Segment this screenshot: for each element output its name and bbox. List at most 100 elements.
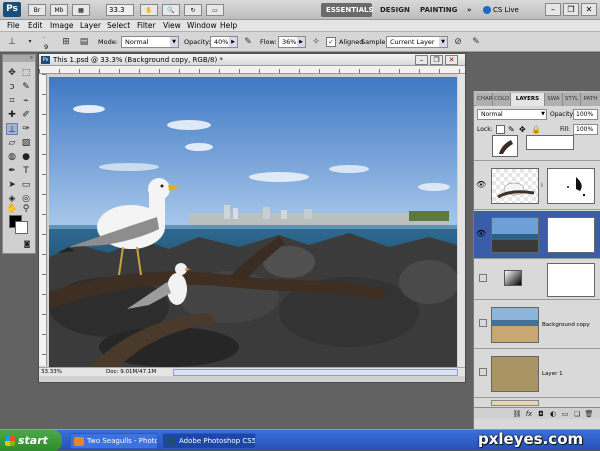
layer-row[interactable]: 👁 ⁞ (474, 162, 600, 210)
tab-color[interactable]: COLO (493, 93, 511, 106)
visibility-toggle-empty[interactable] (479, 274, 487, 282)
airbrush-icon[interactable]: ✧ (310, 36, 322, 48)
taskbar-item-firefox[interactable]: Two Seagulls - Photo... (70, 433, 158, 449)
tools-panel-header[interactable]: » (3, 55, 35, 62)
quick-mask-icon[interactable]: ◙ (21, 239, 33, 249)
workspace-design-button[interactable]: DESIGN (375, 3, 415, 17)
menu-select[interactable]: Select (103, 20, 134, 32)
eye-icon[interactable]: 👁 (476, 229, 486, 239)
taskbar-item-photoshop[interactable]: Adobe Photoshop CS5 (162, 433, 256, 449)
menu-image[interactable]: Image (46, 20, 78, 32)
lock-transparency-icon[interactable] (496, 125, 505, 134)
pen-pressure-size-icon[interactable]: ✎ (470, 36, 482, 48)
tab-character[interactable]: CHAR (476, 93, 493, 106)
menu-help[interactable]: Help (216, 20, 241, 32)
blend-mode-select[interactable]: Normal ▼ (477, 109, 547, 120)
layer-fill-input[interactable]: 100% (573, 124, 598, 135)
zoom-tool-icon[interactable]: ⚲ (20, 203, 32, 215)
lock-position-icon[interactable]: ✥ (519, 124, 526, 135)
horizontal-scrollbar[interactable] (173, 369, 458, 376)
document-minimize-button[interactable]: – (415, 55, 428, 65)
crop-tool-icon[interactable]: ⌗ (6, 95, 18, 107)
sample-select[interactable]: Current Layer ▼ (386, 36, 448, 48)
document-title-bar[interactable]: Ps This 1.psd @ 33.3% (Background copy, … (39, 54, 465, 66)
dodge-tool-icon[interactable]: ● (20, 151, 32, 163)
workspace-essentials-button[interactable]: ESSENTIALS (321, 3, 374, 17)
blur-tool-icon[interactable]: ◍ (6, 151, 18, 163)
toggle-clone-source-panel-icon[interactable]: ▤ (78, 36, 90, 48)
move-tool-icon[interactable]: ✥ (6, 67, 18, 79)
layer-opacity-input[interactable]: 100% (573, 109, 598, 120)
background-color-swatch[interactable] (15, 221, 28, 234)
eye-icon[interactable]: 👁 (476, 180, 486, 190)
status-zoom-field[interactable]: 33.33% (41, 368, 67, 377)
new-layer-icon[interactable]: ❏ (572, 409, 582, 419)
link-icon[interactable]: ⁞ (541, 182, 545, 190)
layer-row-selected[interactable]: 👁 (474, 211, 600, 259)
document-close-button[interactable]: ✕ (445, 55, 458, 65)
rotate-view-icon[interactable]: ↻ (184, 4, 202, 16)
horizontal-ruler[interactable] (39, 66, 465, 74)
minimize-button[interactable]: – (545, 3, 561, 16)
bridge-icon[interactable]: Br (28, 4, 46, 16)
visibility-toggle-empty[interactable] (479, 319, 487, 327)
menu-filter[interactable]: Filter (133, 20, 160, 32)
tab-swatches[interactable]: SWA (545, 93, 563, 106)
layer-name[interactable]: Background copy (542, 321, 590, 329)
menu-layer[interactable]: Layer (76, 20, 105, 32)
menu-edit[interactable]: Edit (24, 20, 47, 32)
shape-tool-icon[interactable]: ▭ (20, 179, 32, 191)
ignore-adjustment-layers-icon[interactable]: ⊘ (452, 36, 464, 48)
layer-name[interactable]: Layer 1 (542, 370, 563, 378)
marquee-tool-icon[interactable]: ⬚ (20, 67, 32, 79)
pen-tool-icon[interactable]: ✒ (6, 165, 18, 177)
type-tool-icon[interactable]: T (20, 165, 32, 177)
close-button[interactable]: ✕ (581, 3, 597, 16)
hand-tool-icon[interactable]: ✋ (6, 203, 18, 215)
eyedropper-tool-icon[interactable]: ⌁ (20, 95, 32, 107)
document-size-info[interactable]: Doc: 9.01M/47.1M (106, 368, 166, 377)
visibility-toggle-empty[interactable] (479, 368, 487, 376)
clone-stamp-tool-icon[interactable]: ⊥ (6, 36, 18, 48)
clone-stamp-tool-icon[interactable]: ⊥ (6, 123, 18, 135)
dropdown-arrow-icon[interactable]: ▾ (24, 36, 36, 48)
zoom-level-field[interactable]: 33.3 (106, 4, 134, 16)
layer-style-icon[interactable]: fx (524, 409, 534, 419)
layer-row[interactable] (474, 260, 600, 300)
flow-input[interactable]: 36% ▶ (278, 36, 306, 48)
menu-view[interactable]: View (159, 20, 185, 32)
trash-icon[interactable]: 🗑 (584, 409, 594, 419)
more-workspaces-button[interactable]: » (462, 3, 476, 17)
eraser-tool-icon[interactable]: ▱ (6, 137, 18, 149)
pen-pressure-opacity-icon[interactable]: ✎ (242, 36, 254, 48)
path-selection-tool-icon[interactable]: ➤ (6, 179, 18, 191)
mode-select[interactable]: Normal ▼ (121, 36, 179, 48)
layer-row[interactable] (474, 135, 600, 161)
aligned-checkbox[interactable]: ✓ (326, 37, 336, 47)
tab-styles[interactable]: STYL (563, 93, 581, 106)
image-canvas[interactable] (49, 77, 457, 367)
vertical-ruler[interactable] (39, 74, 47, 366)
layer-row[interactable]: Layer 1 (474, 350, 600, 398)
menu-file[interactable]: File (3, 20, 24, 32)
screen-mode-icon[interactable]: ▭ (206, 4, 224, 16)
hand-tool-icon[interactable]: ✋ (140, 4, 158, 16)
history-brush-tool-icon[interactable]: ✑ (20, 123, 32, 135)
adjustment-layer-icon[interactable]: ◐ (548, 409, 558, 419)
vertical-scrollbar[interactable] (458, 74, 465, 367)
mini-bridge-icon[interactable]: Mb (50, 4, 68, 16)
link-layers-icon[interactable]: ⛓ (512, 409, 522, 419)
tab-paths[interactable]: PATH (581, 93, 600, 106)
menu-window[interactable]: Window (183, 20, 221, 32)
brush-tool-icon[interactable]: ✐ (20, 109, 32, 121)
workspace-painting-button[interactable]: PAINTING (415, 3, 461, 17)
maximize-button[interactable]: ❐ (563, 3, 579, 16)
layer-row[interactable]: Background copy (474, 301, 600, 349)
new-group-icon[interactable]: ▭ (560, 409, 570, 419)
lasso-tool-icon[interactable]: ↄ (6, 81, 18, 93)
document-maximize-button[interactable]: ❐ (430, 55, 443, 65)
gradient-tool-icon[interactable]: ▨ (20, 137, 32, 149)
tab-layers[interactable]: LAYERS (511, 93, 545, 106)
toggle-brush-panel-icon[interactable]: ⊞ (60, 36, 72, 48)
opacity-input[interactable]: 40% ▶ (210, 36, 238, 48)
